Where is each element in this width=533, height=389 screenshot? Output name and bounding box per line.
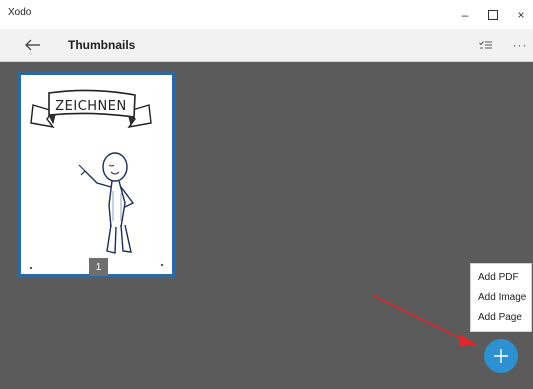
app-toolbar: Thumbnails ··· [0,29,533,62]
add-menu-popup: Add PDF Add Image Add Page [470,263,532,332]
add-pdf-menu-item[interactable]: Add PDF [471,268,531,288]
thumbnails-area: ZEICHNEN 1 [0,62,533,389]
add-button[interactable] [484,339,518,373]
plus-icon [494,349,508,363]
minimize-button[interactable]: – [454,0,476,29]
page-sketch-image: ZEICHNEN [29,89,164,270]
xodo-app-window: Xodo – × Thumbnails ··· ZEICHNEN 1 Add P… [0,0,533,389]
select-pages-button[interactable] [475,35,497,55]
close-icon: × [517,7,525,22]
more-icon: ··· [512,38,528,52]
page-title: Thumbnails [68,38,136,52]
select-list-icon [479,40,492,48]
close-button[interactable]: × [510,0,532,29]
back-button[interactable] [20,32,46,58]
minimize-icon: – [461,7,469,22]
maximize-icon [488,9,498,20]
back-arrow-icon [25,39,40,51]
app-title: Xodo [8,7,32,18]
page-thumbnail[interactable]: ZEICHNEN 1 [18,72,175,277]
maximize-button[interactable] [482,0,504,29]
page-number-badge: 1 [89,258,108,276]
add-image-menu-item[interactable]: Add Image [471,288,531,308]
banner-text: ZEICHNEN [55,99,126,114]
window-titlebar: Xodo – × [0,0,533,29]
more-options-button[interactable]: ··· [509,35,531,55]
add-page-menu-item[interactable]: Add Page [471,308,531,328]
